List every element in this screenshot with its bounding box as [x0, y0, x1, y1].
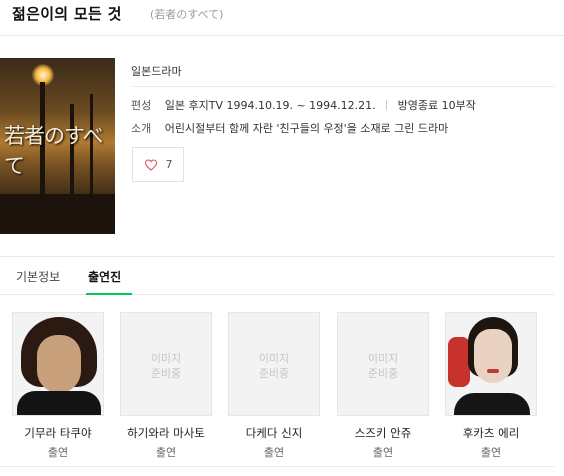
cast-name[interactable]: 기무라 타쿠야: [12, 425, 104, 441]
tab-basic-info[interactable]: 기본정보: [16, 268, 60, 285]
broadcast-status: 방영종료 10부작: [397, 99, 476, 112]
cast-item[interactable]: 이미지 준비중 다케다 신지 출연: [228, 312, 320, 460]
cast-role: 출연: [480, 446, 502, 459]
placeholder-text: 이미지 준비중: [367, 352, 399, 380]
poster-skyline: [0, 194, 115, 234]
cast-photo[interactable]: [12, 312, 104, 416]
summary-row: 소개 어린시절부터 함께 자란 '친구들의 우정'을 소재로 그린 드라마: [131, 120, 448, 136]
like-button[interactable]: 7: [132, 147, 184, 182]
active-tab-indicator: [86, 293, 132, 295]
summary-label: 소개: [131, 122, 152, 135]
placeholder-text: 이미지 준비중: [258, 352, 290, 380]
cast-photo[interactable]: [445, 312, 537, 416]
cast-role: 출연: [155, 446, 177, 459]
summary-value: 어린시절부터 함께 자란 '친구들의 우정'을 소재로 그린 드라마: [164, 122, 449, 135]
heart-outline-icon: [144, 159, 157, 171]
portrait-face: [37, 335, 81, 393]
schedule-row: 편성 일본 후지TV 1994.10.19. ~ 1994.12.21. 방영종…: [131, 97, 476, 113]
cast-photo-placeholder[interactable]: 이미지 준비중: [337, 312, 429, 416]
cast-role: 출연: [263, 446, 285, 459]
genre-label[interactable]: 일본드라마: [131, 63, 182, 79]
cast-name[interactable]: 후카츠 에리: [445, 425, 537, 441]
divider: [0, 466, 554, 467]
cast-item[interactable]: 기무라 타쿠야 출연: [12, 312, 104, 460]
cast-photo-placeholder[interactable]: 이미지 준비중: [120, 312, 212, 416]
poster-title-text: 若者のすべて: [4, 124, 104, 178]
drama-poster[interactable]: 若者のすべて: [0, 58, 115, 234]
divider: [386, 100, 388, 110]
divider: [131, 86, 554, 87]
cast-item[interactable]: 이미지 준비중 하기와라 마사토 출연: [120, 312, 212, 460]
like-count: 7: [165, 158, 173, 171]
tab-cast[interactable]: 출연진: [88, 268, 121, 285]
cast-name[interactable]: 스즈키 안쥬: [337, 425, 429, 441]
portrait-body: [454, 393, 530, 415]
portrait-background: [448, 337, 470, 387]
cast-name[interactable]: 하기와라 마사토: [120, 425, 212, 441]
tab-bar: 기본정보 출연진: [0, 257, 554, 295]
portrait-face: [474, 329, 512, 383]
cast-photo-placeholder[interactable]: 이미지 준비중: [228, 312, 320, 416]
placeholder-text: 이미지 준비중: [150, 352, 182, 380]
schedule-label: 편성: [131, 99, 152, 112]
cast-name[interactable]: 다케다 신지: [228, 425, 320, 441]
portrait-body: [17, 391, 101, 415]
page-title: 젊은이의 모든 것: [12, 5, 122, 23]
cast-item[interactable]: 후카츠 에리 출연: [445, 312, 537, 460]
original-title: (若者のすべて): [150, 8, 224, 21]
cast-role: 출연: [372, 446, 394, 459]
cast-item[interactable]: 이미지 준비중 스즈키 안쥬 출연: [337, 312, 429, 460]
cast-role: 출연: [47, 446, 69, 459]
page-header: 젊은이의 모든 것 (若者のすべて): [0, 0, 564, 36]
schedule-value: 일본 후지TV 1994.10.19. ~ 1994.12.21.: [164, 99, 376, 112]
portrait-lips: [487, 369, 499, 373]
